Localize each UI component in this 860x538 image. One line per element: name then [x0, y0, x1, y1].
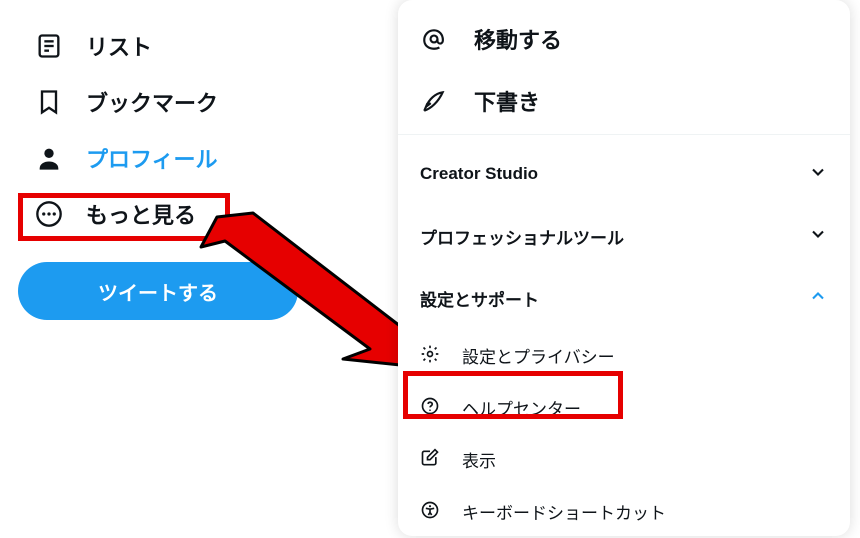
sidebar-item-label: ブックマーク — [86, 86, 218, 118]
accordion-label: Creator Studio — [420, 164, 538, 184]
submenu-item-label: キーボードショートカット — [462, 499, 666, 524]
divider — [398, 134, 850, 135]
sidebar-item-lists[interactable]: リスト — [20, 18, 232, 74]
tweet-button-label: ツイートする — [98, 277, 218, 306]
menu-item-drafts[interactable]: 下書き — [398, 70, 850, 132]
sidebar-item-more[interactable]: もっと見る — [20, 186, 232, 242]
sidebar-item-bookmarks[interactable]: ブックマーク — [20, 74, 232, 130]
edit-icon — [420, 448, 442, 470]
submenu-item-label: ヘルプセンター — [462, 395, 581, 420]
chevron-down-icon — [808, 162, 828, 187]
sidebar-item-label: プロフィール — [86, 142, 218, 174]
menu-item-label: 移動する — [474, 23, 562, 55]
more-icon — [34, 199, 64, 229]
at-icon — [420, 25, 448, 53]
menu-item-label: 下書き — [474, 85, 540, 117]
help-icon — [420, 396, 442, 418]
submenu-item-label: 設定とプライバシー — [462, 343, 615, 368]
menu-item-move[interactable]: 移動する — [398, 8, 850, 70]
sidebar-item-profile[interactable]: プロフィール — [20, 130, 232, 186]
submenu-item-settings-privacy[interactable]: 設定とプライバシー — [398, 329, 850, 381]
accordion-label: 設定とサポート — [420, 286, 539, 311]
accordion-pro-tools[interactable]: プロフェッショナルツール — [398, 205, 850, 267]
accordion-label: プロフェッショナルツール — [420, 224, 624, 249]
profile-icon — [34, 143, 64, 173]
accessibility-icon — [420, 500, 442, 522]
gear-icon — [420, 344, 442, 366]
submenu-item-display[interactable]: 表示 — [398, 433, 850, 485]
bookmark-icon — [34, 87, 64, 117]
tweet-button[interactable]: ツイートする — [18, 262, 298, 320]
more-menu-panel: 移動する 下書き Creator Studio プロフェッショナルツール 設定と… — [398, 0, 850, 536]
sidebar-item-label: もっと見る — [86, 198, 196, 230]
submenu-item-keyboard-shortcuts[interactable]: キーボードショートカット — [398, 485, 850, 537]
submenu-item-label: 表示 — [462, 447, 496, 472]
chevron-up-icon — [808, 286, 828, 311]
quill-icon — [420, 87, 448, 115]
sidebar-item-label: リスト — [86, 30, 152, 62]
accordion-settings-support[interactable]: 設定とサポート — [398, 267, 850, 329]
sidebar-nav: リスト ブックマーク プロフィール もっと見る — [20, 18, 232, 242]
accordion-creator-studio[interactable]: Creator Studio — [398, 143, 850, 205]
list-icon — [34, 31, 64, 61]
chevron-down-icon — [808, 224, 828, 249]
submenu-item-help-center[interactable]: ヘルプセンター — [398, 381, 850, 433]
